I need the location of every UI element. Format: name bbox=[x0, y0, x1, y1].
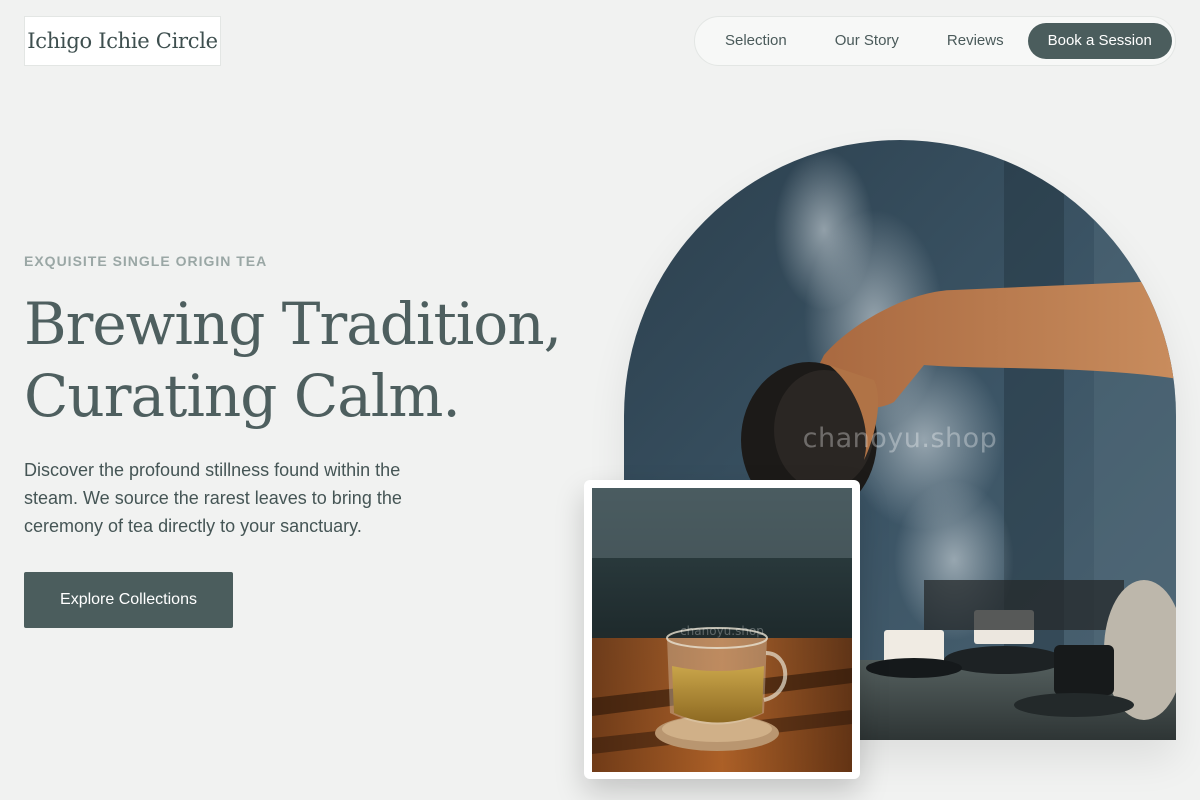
tea-cup-card: chanoyu.shop bbox=[584, 480, 860, 779]
hero-headline: Brewing Tradition, Curating Calm. bbox=[24, 288, 584, 432]
nav-link-our-story[interactable]: Our Story bbox=[811, 23, 923, 59]
nav-link-reviews[interactable]: Reviews bbox=[923, 23, 1028, 59]
hero-headline-line1: Brewing Tradition, bbox=[24, 290, 562, 358]
hero-eyebrow: EXQUISITE SINGLE ORIGIN TEA bbox=[24, 253, 268, 269]
main-nav: Selection Our Story Reviews Book a Sessi… bbox=[694, 16, 1176, 66]
nav-link-selection[interactable]: Selection bbox=[701, 23, 811, 59]
card-image-watermark: chanoyu.shop bbox=[680, 624, 764, 638]
hero-headline-line2: Curating Calm. bbox=[24, 362, 461, 430]
book-session-button[interactable]: Book a Session bbox=[1027, 23, 1172, 59]
explore-collections-button[interactable]: Explore Collections bbox=[24, 572, 233, 628]
hero-description: Discover the profound stillness found wi… bbox=[24, 460, 402, 536]
main-image-watermark: chanoyu.shop bbox=[802, 423, 998, 454]
brand-logo[interactable]: Ichigo Ichie Circle bbox=[24, 16, 221, 66]
